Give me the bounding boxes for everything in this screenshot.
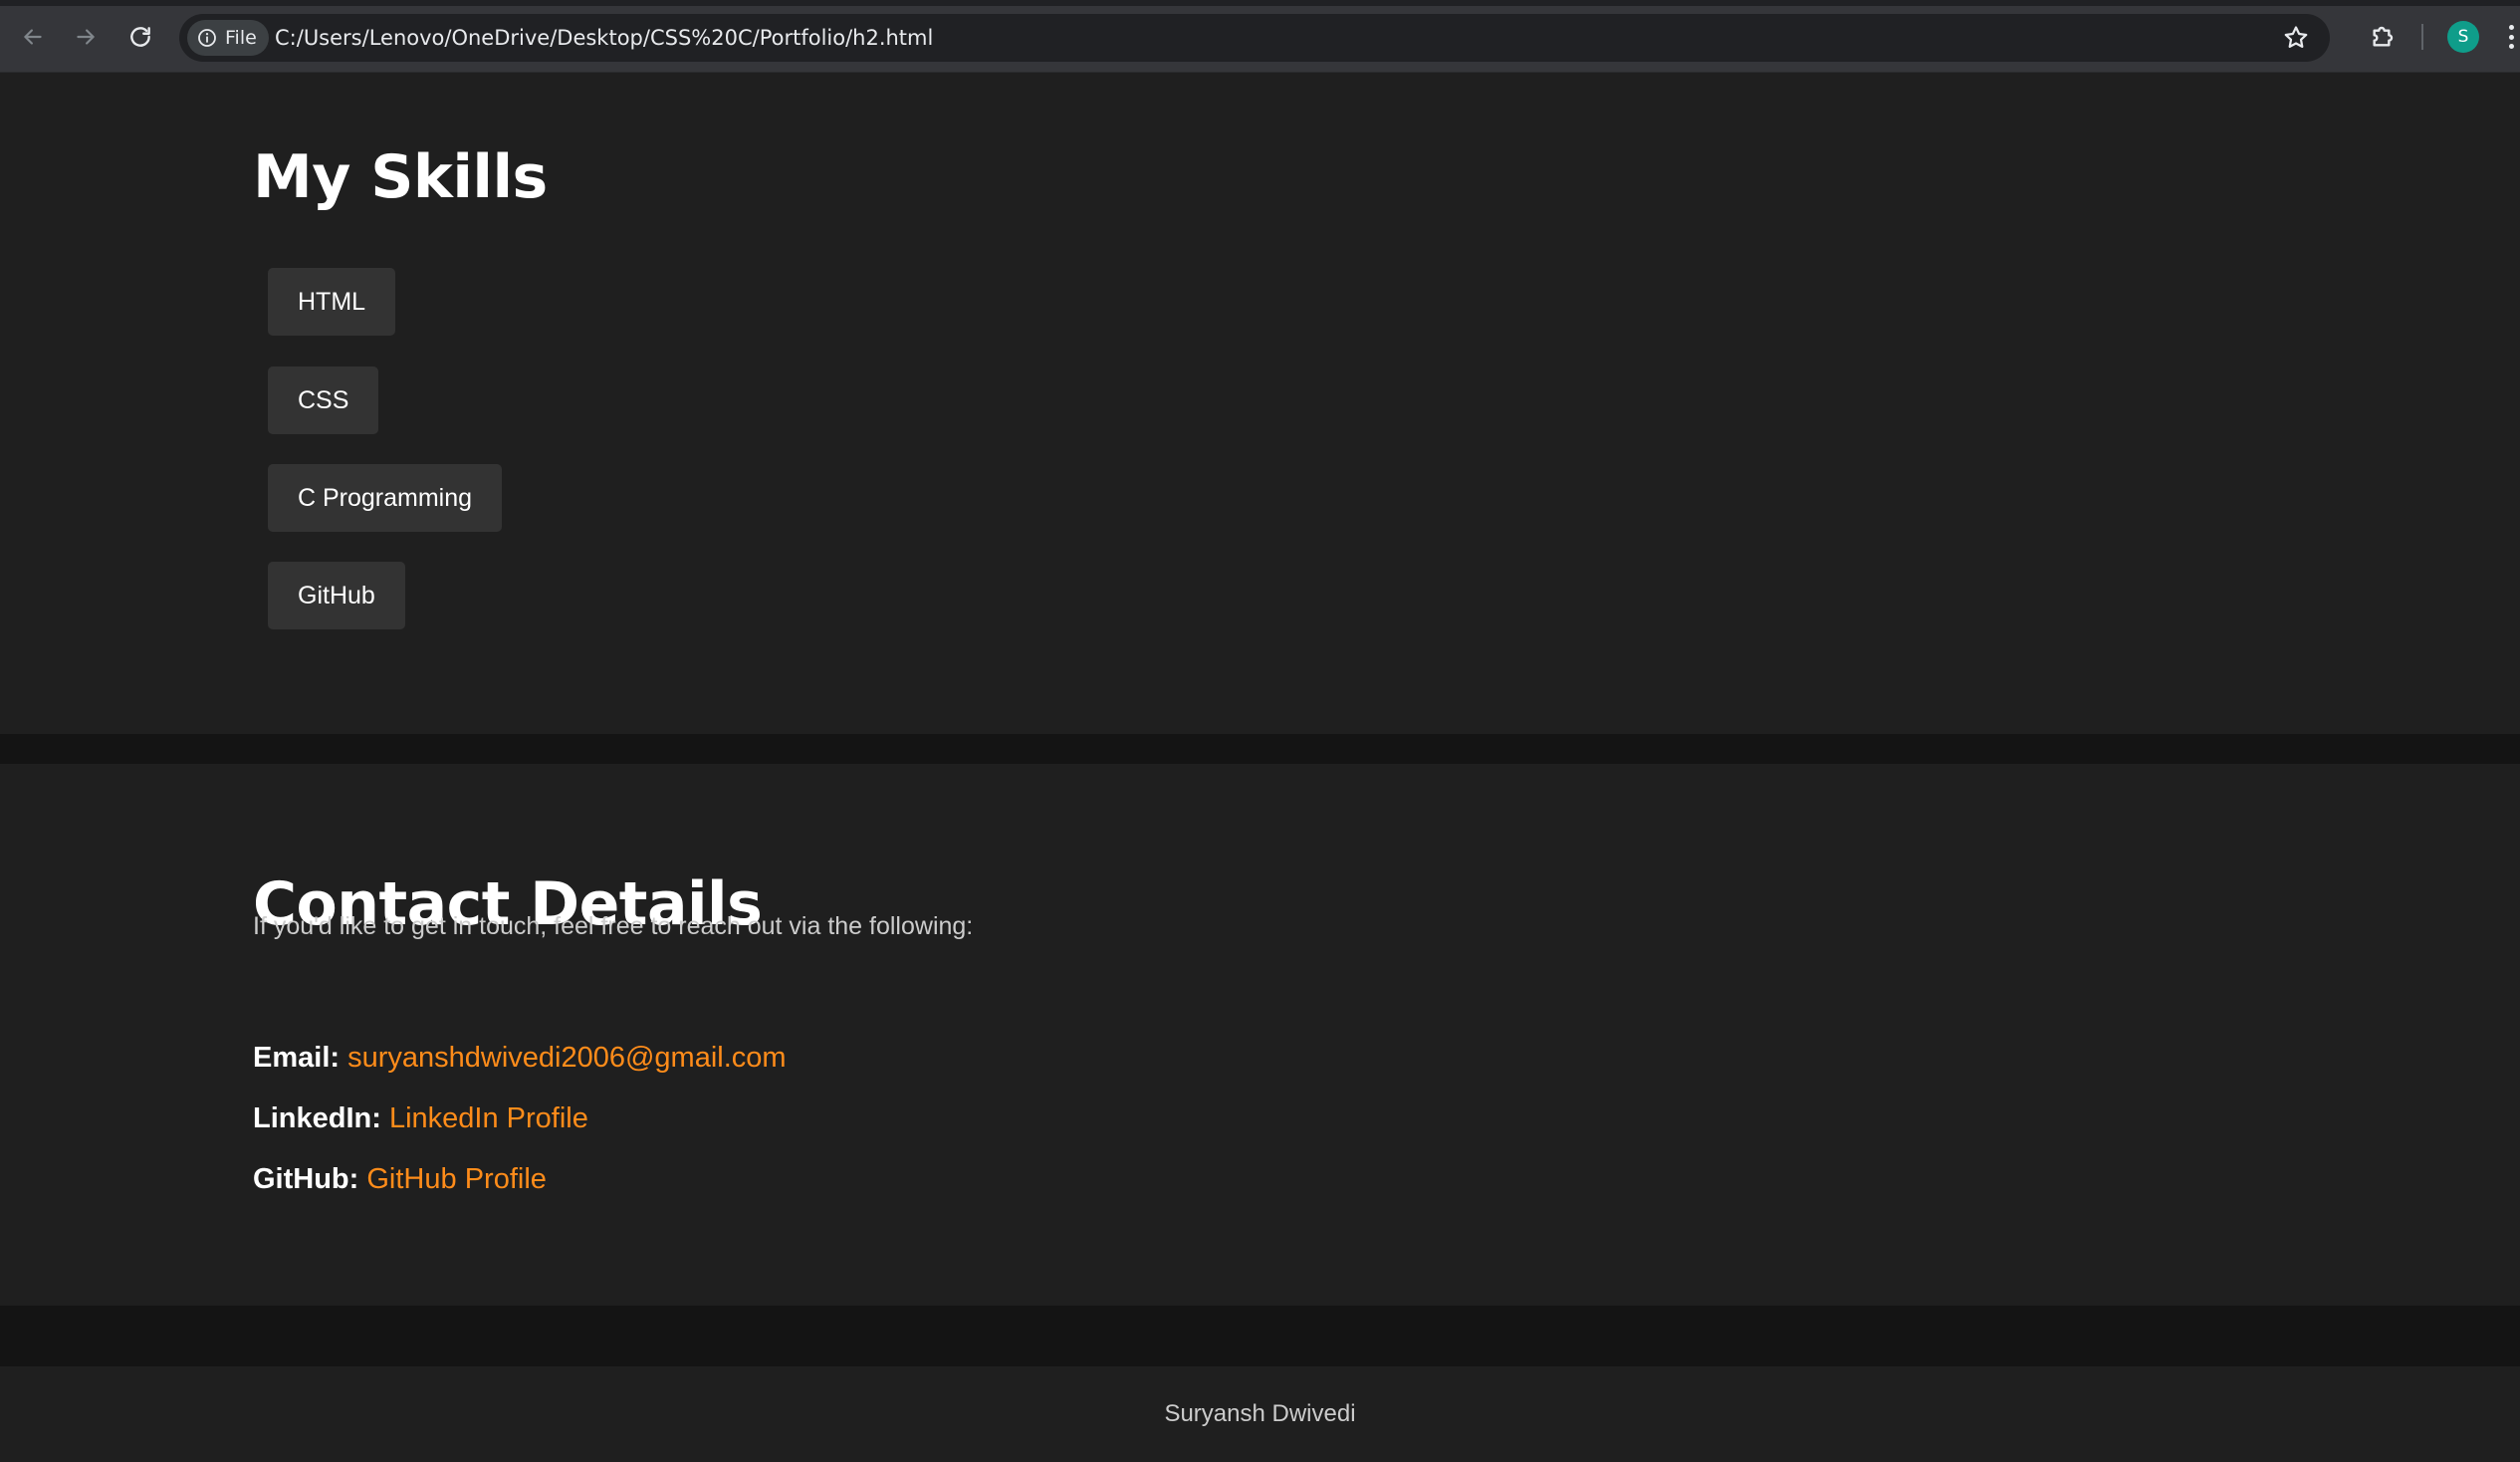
puzzle-icon	[2373, 26, 2394, 47]
skill-badge-css: CSS	[268, 366, 379, 434]
reload-button[interactable]	[125, 22, 155, 52]
page-content: My Skills HTML CSS C Programming GitHub	[0, 74, 2520, 1462]
browser-toolbar: File C:/Users/Lenovo/OneDrive/Desktop/CS…	[0, 0, 2520, 73]
extensions-button[interactable]	[2368, 20, 2400, 52]
back-button[interactable]	[18, 22, 48, 52]
github-row: GitHub: GitHub Profile	[253, 1163, 547, 1196]
skill-badge-html: HTML	[268, 268, 396, 336]
linkedin-row: LinkedIn: LinkedIn Profile	[253, 1102, 588, 1135]
skill-badge-c-programming: C Programming	[268, 464, 503, 532]
info-icon	[198, 29, 216, 47]
contact-section	[0, 764, 2520, 1306]
github-link[interactable]: GitHub Profile	[366, 1163, 547, 1195]
arrow-left-icon	[24, 29, 42, 45]
reload-icon	[130, 27, 150, 47]
contact-intro: If you'd like to get in touch, feel free…	[253, 912, 974, 940]
page-footer: Suryansh Dwivedi	[0, 1366, 2520, 1462]
address-bar[interactable]: File C:/Users/Lenovo/OneDrive/Desktop/CS…	[179, 14, 2330, 62]
profile-avatar[interactable]: S	[2447, 21, 2479, 53]
skill-badge-github: GitHub	[268, 562, 405, 629]
forward-button[interactable]	[71, 22, 101, 52]
toolbar-divider	[2421, 24, 2423, 50]
url-text[interactable]: C:/Users/Lenovo/OneDrive/Desktop/CSS%20C…	[275, 14, 933, 62]
linkedin-link[interactable]: LinkedIn Profile	[389, 1102, 588, 1134]
linkedin-label: LinkedIn:	[253, 1102, 381, 1134]
arrow-right-icon	[77, 29, 95, 45]
tab-strip	[0, 0, 2520, 6]
email-label: Email:	[253, 1042, 341, 1074]
email-link[interactable]: suryanshdwivedi2006@gmail.com	[347, 1042, 786, 1074]
kebab-menu-icon[interactable]	[2505, 22, 2517, 52]
file-chip-label: File	[225, 27, 257, 49]
email-row: Email: suryanshdwivedi2006@gmail.com	[253, 1042, 787, 1075]
site-info-chip[interactable]: File	[187, 20, 269, 56]
github-label: GitHub:	[253, 1163, 359, 1195]
section-divider	[0, 734, 2520, 764]
bookmark-button[interactable]	[2282, 24, 2310, 52]
footer-divider	[0, 1306, 2520, 1366]
skills-title: My Skills	[253, 142, 548, 212]
footer-text: Suryansh Dwivedi	[1164, 1400, 1356, 1427]
skills-section: My Skills HTML CSS C Programming GitHub	[0, 74, 2520, 734]
star-icon	[2284, 26, 2308, 48]
